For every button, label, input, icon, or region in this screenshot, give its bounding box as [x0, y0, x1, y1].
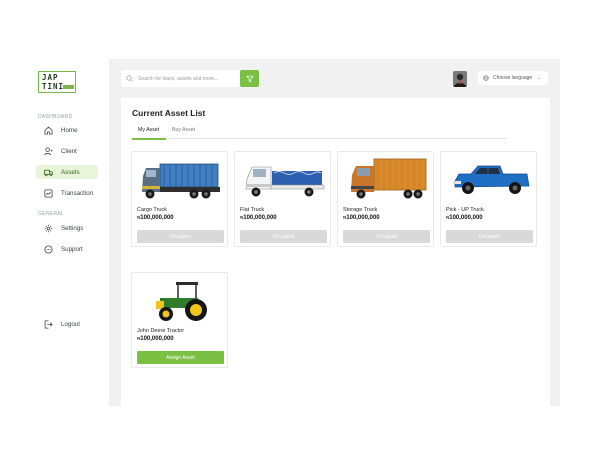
- sidebar-item-label: Support: [61, 245, 83, 253]
- asset-price: ₦100,000,000: [446, 215, 483, 221]
- logout-icon: [42, 319, 54, 329]
- asset-card[interactable]: Cargo Truck ₦100,000,000 Occupied: [131, 151, 228, 247]
- language-selector[interactable]: Choose language ⌄: [478, 71, 548, 85]
- user-icon: [42, 146, 54, 156]
- asset-card[interactable]: Flat Truck ₦100,000,000 Occupied: [234, 151, 331, 247]
- sidebar-item-client[interactable]: Client: [36, 144, 98, 158]
- pickup-truck-image: [454, 165, 530, 194]
- asset-tabs: My Asset Buy Asset: [132, 125, 507, 140]
- flat-truck-image: [245, 166, 325, 197]
- search-input[interactable]: [138, 75, 234, 82]
- section-label-dashboard: DASHBOARD: [38, 114, 73, 120]
- chat-icon: [42, 244, 54, 254]
- price-amount: 100,000,000: [140, 336, 174, 342]
- top-bar: Choose language ⌄: [109, 59, 560, 95]
- language-label: Choose language: [493, 75, 533, 81]
- asset-price: ₦100,000,000: [343, 215, 380, 221]
- asset-name: Cargo Truck: [137, 207, 167, 213]
- page-title: Current Asset List: [132, 108, 206, 118]
- storage-truck-image: [351, 158, 427, 199]
- truck-icon: [42, 167, 54, 177]
- search-icon: [126, 75, 133, 82]
- sidebar-item-label: Home: [61, 126, 78, 134]
- main-area: Choose language ⌄ Current Asset List My …: [109, 59, 560, 406]
- sidebar-item-support[interactable]: Support: [36, 242, 98, 256]
- chevron-down-icon: ⌄: [537, 75, 542, 81]
- sidebar-item-label: Transaction: [61, 189, 94, 197]
- transaction-icon: [42, 188, 54, 198]
- asset-name: John Deere Tractor: [137, 328, 185, 334]
- cargo-truck-image: [142, 163, 220, 199]
- asset-card[interactable]: Storage Truck ₦100,000,000 Occupied: [337, 151, 434, 247]
- sidebar: JAP TINI DASHBOARD Home Client Assets Tr…: [29, 59, 109, 406]
- logout-button[interactable]: Logout: [36, 317, 98, 331]
- section-label-general: GENERAL: [38, 211, 64, 217]
- gear-icon: [42, 223, 54, 233]
- globe-icon: [483, 75, 489, 81]
- tractor-image: [156, 282, 207, 321]
- sidebar-item-transaction[interactable]: Transaction: [36, 186, 98, 200]
- price-amount: 100,000,000: [140, 215, 174, 221]
- occupied-status: Occupied: [446, 230, 533, 243]
- logo: JAP TINI: [38, 71, 76, 93]
- search-bar: [121, 70, 259, 87]
- price-amount: 100,000,000: [346, 215, 380, 221]
- logo-line-1: JAP: [42, 73, 59, 82]
- occupied-status: Occupied: [137, 230, 224, 243]
- tab-my-asset[interactable]: My Asset: [138, 127, 159, 133]
- asset-name: Storage Truck: [343, 207, 378, 213]
- price-amount: 100,000,000: [243, 215, 277, 221]
- sidebar-item-label: Assets: [61, 168, 80, 176]
- asset-name: Pick - UP Truck: [446, 207, 484, 213]
- assign-asset-button[interactable]: Assign Asset: [137, 351, 224, 364]
- asset-name: Flat Truck: [240, 207, 265, 213]
- asset-card[interactable]: Pick - UP Truck ₦100,000,000 Occupied: [440, 151, 537, 247]
- asset-price: ₦100,000,000: [137, 336, 174, 342]
- asset-price: ₦100,000,000: [137, 215, 174, 221]
- sidebar-item-label: Settings: [61, 224, 84, 232]
- occupied-status: Occupied: [343, 230, 430, 243]
- sidebar-item-settings[interactable]: Settings: [36, 221, 98, 235]
- tab-buy-asset[interactable]: Buy Asset: [172, 127, 195, 133]
- logout-label: Logout: [61, 320, 80, 328]
- sidebar-item-label: Client: [61, 147, 77, 155]
- price-amount: 100,000,000: [449, 215, 483, 221]
- logo-tag: [63, 85, 74, 89]
- occupied-status: Occupied: [240, 230, 327, 243]
- sidebar-item-assets[interactable]: Assets: [36, 165, 98, 179]
- filter-button[interactable]: [240, 70, 259, 87]
- sidebar-item-home[interactable]: Home: [36, 123, 98, 137]
- asset-price: ₦100,000,000: [240, 215, 277, 221]
- asset-list-panel: Current Asset List My Asset Buy Asset Ca…: [121, 98, 550, 406]
- filter-icon: [245, 75, 254, 82]
- avatar[interactable]: [453, 71, 467, 87]
- app-window: JAP TINI DASHBOARD Home Client Assets Tr…: [29, 59, 560, 406]
- asset-card[interactable]: John Deere Tractor ₦100,000,000 Assign A…: [131, 272, 228, 368]
- home-icon: [42, 125, 54, 135]
- active-tab-indicator: [132, 138, 166, 140]
